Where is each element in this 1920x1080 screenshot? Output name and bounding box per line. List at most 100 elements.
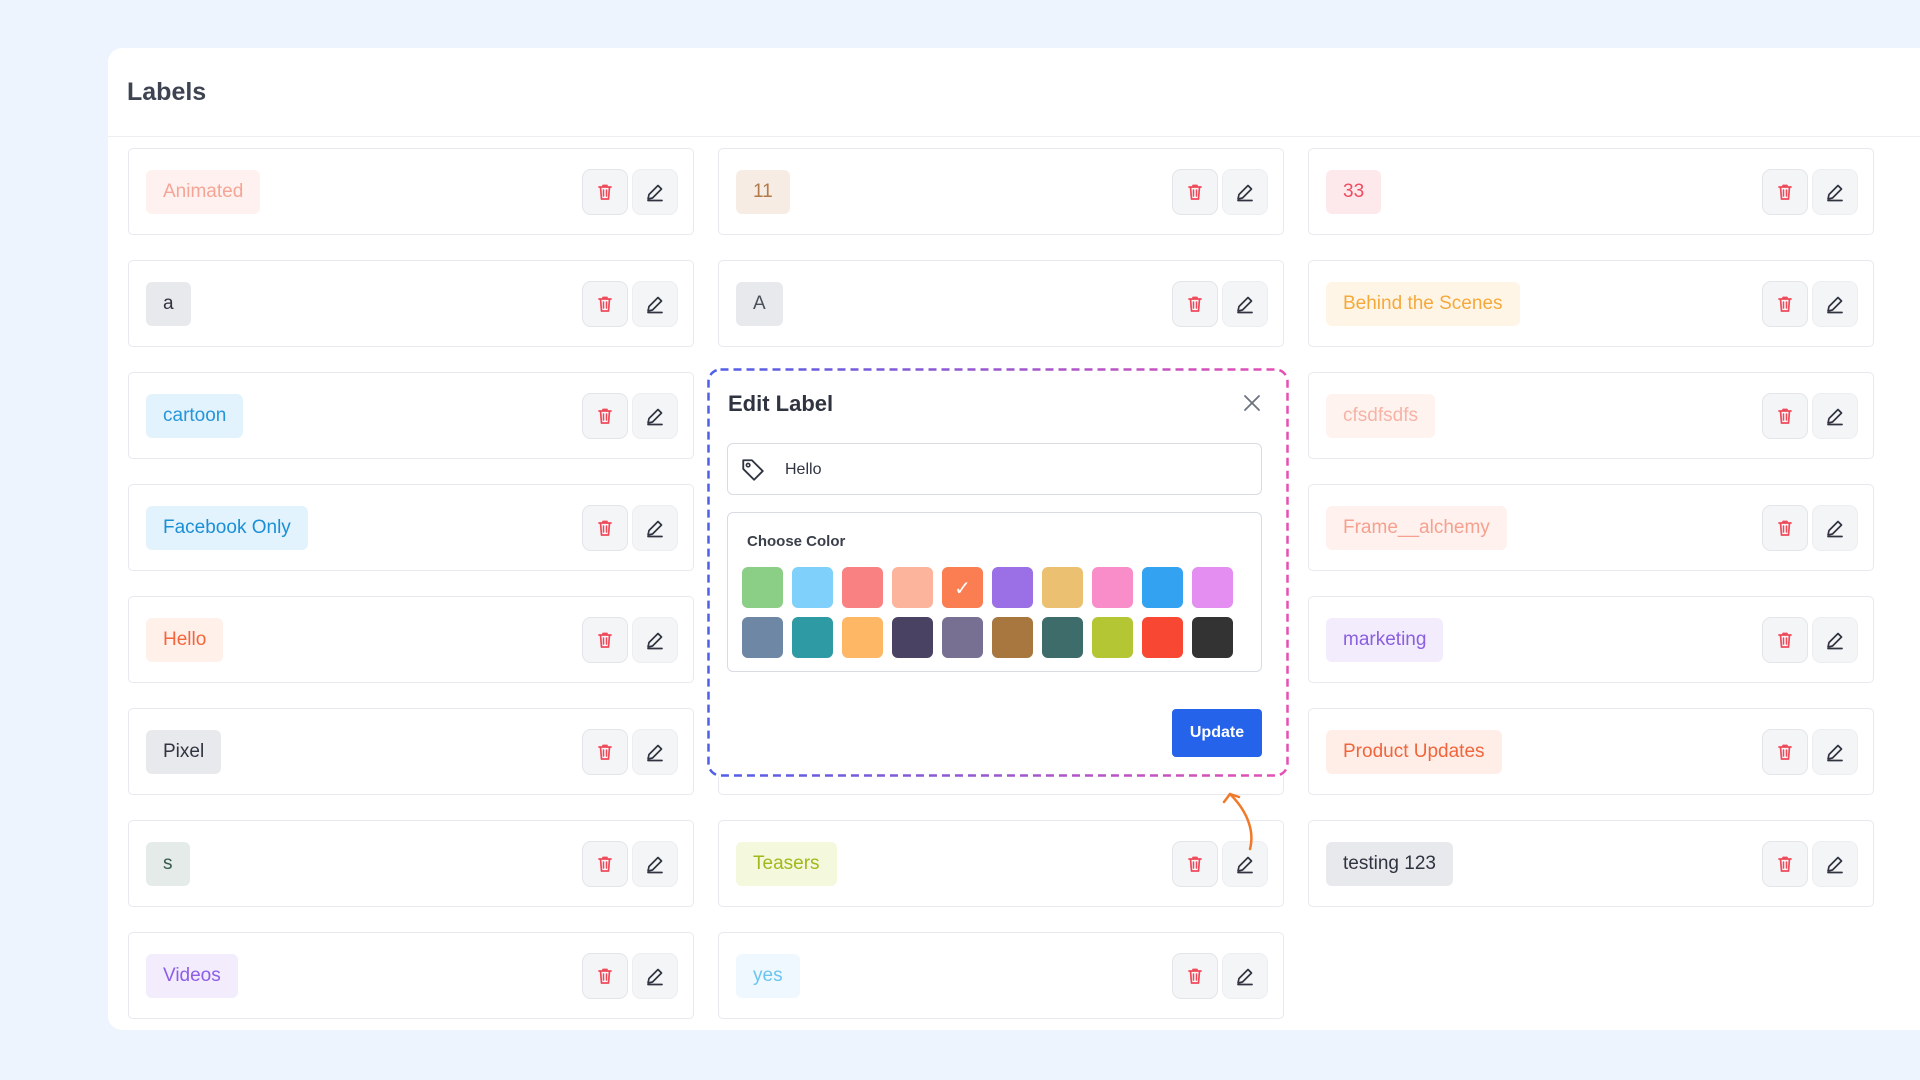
delete-label-button[interactable]	[1762, 280, 1808, 327]
label-card: s	[128, 820, 694, 907]
label-card: Teasers	[718, 820, 1284, 907]
pencil-icon	[1827, 520, 1843, 537]
color-swatch[interactable]	[992, 617, 1033, 658]
color-swatch[interactable]	[1142, 617, 1183, 658]
trash-icon	[598, 184, 612, 200]
edit-label-button[interactable]	[632, 504, 678, 551]
trash-icon	[1778, 408, 1792, 424]
color-swatch[interactable]	[792, 567, 833, 608]
pencil-icon	[647, 744, 663, 761]
swatch-row	[742, 617, 1242, 658]
edit-label-button[interactable]	[632, 616, 678, 663]
color-swatch[interactable]	[992, 567, 1033, 608]
delete-label-button[interactable]	[582, 280, 628, 327]
edit-label-button[interactable]	[1812, 392, 1858, 439]
close-icon[interactable]	[1239, 390, 1265, 416]
color-swatch[interactable]	[1092, 567, 1133, 608]
delete-label-button[interactable]	[1762, 392, 1808, 439]
edit-label-button[interactable]	[1222, 280, 1268, 327]
panel-header: Labels	[108, 48, 1920, 137]
edit-label-button[interactable]	[1812, 168, 1858, 215]
label-chip: Animated	[146, 169, 261, 214]
edit-label-button[interactable]	[1812, 616, 1858, 663]
edit-label-button[interactable]	[632, 168, 678, 215]
edit-label-button[interactable]	[1812, 728, 1858, 775]
pencil-icon	[647, 520, 663, 537]
edit-label-button[interactable]	[1812, 280, 1858, 327]
label-chip: Teasers	[736, 841, 837, 886]
pencil-icon	[647, 296, 663, 313]
color-swatch[interactable]	[1192, 567, 1233, 608]
delete-label-button[interactable]	[1762, 840, 1808, 887]
trash-icon	[1778, 184, 1792, 200]
edit-label-button[interactable]	[632, 280, 678, 327]
label-card: Animated	[128, 148, 694, 235]
color-swatch[interactable]	[1192, 617, 1233, 658]
color-swatch[interactable]	[942, 617, 983, 658]
pencil-icon	[647, 856, 663, 873]
trash-icon	[598, 968, 612, 984]
delete-label-button[interactable]	[1762, 616, 1808, 663]
trash-icon	[598, 520, 612, 536]
delete-label-button[interactable]	[1172, 168, 1218, 215]
label-chip: Behind the Scenes	[1326, 281, 1520, 326]
delete-label-button[interactable]	[582, 728, 628, 775]
delete-label-button[interactable]	[1762, 168, 1808, 215]
color-swatch[interactable]: ✓	[942, 567, 983, 608]
label-chip: A	[736, 281, 783, 326]
delete-label-button[interactable]	[1172, 952, 1218, 999]
trash-icon	[1188, 184, 1202, 200]
delete-label-button[interactable]	[582, 168, 628, 215]
delete-label-button[interactable]	[582, 616, 628, 663]
pencil-icon	[1237, 296, 1253, 313]
color-swatch[interactable]	[1092, 617, 1133, 658]
label-chip: Product Updates	[1326, 729, 1502, 774]
trash-icon	[598, 408, 612, 424]
label-chip: Facebook Only	[146, 505, 308, 550]
swatch-row: ✓	[742, 567, 1242, 608]
delete-label-button[interactable]	[1172, 280, 1218, 327]
update-button[interactable]: Update	[1172, 709, 1262, 757]
color-swatch[interactable]	[842, 567, 883, 608]
delete-label-button[interactable]	[1172, 840, 1218, 887]
edit-label-button[interactable]	[1222, 168, 1268, 215]
color-swatch[interactable]	[792, 617, 833, 658]
label-card: testing 123	[1308, 820, 1874, 907]
edit-label-button[interactable]	[1222, 952, 1268, 999]
delete-label-button[interactable]	[582, 840, 628, 887]
pencil-icon	[647, 184, 663, 201]
edit-label-button[interactable]	[1812, 504, 1858, 551]
pencil-icon	[1827, 184, 1843, 201]
edit-label-button[interactable]	[1812, 840, 1858, 887]
label-card: a	[128, 260, 694, 347]
trash-icon	[1778, 856, 1792, 872]
pencil-icon	[1237, 968, 1253, 985]
label-name-input[interactable]	[783, 444, 1247, 496]
color-swatch[interactable]	[742, 567, 783, 608]
edit-label-button[interactable]	[632, 392, 678, 439]
edit-label-button[interactable]	[632, 728, 678, 775]
pencil-icon	[1827, 296, 1843, 313]
edit-label-button[interactable]	[632, 840, 678, 887]
color-swatch[interactable]	[1042, 617, 1083, 658]
modal-title: Edit Label	[728, 391, 834, 416]
delete-label-button[interactable]	[1762, 728, 1808, 775]
delete-label-button[interactable]	[582, 504, 628, 551]
color-swatch[interactable]	[842, 617, 883, 658]
checkmark-icon: ✓	[954, 575, 971, 600]
color-swatch[interactable]	[892, 617, 933, 658]
pencil-icon	[1827, 408, 1843, 425]
color-swatch[interactable]	[1042, 567, 1083, 608]
trash-icon	[598, 744, 612, 760]
color-swatch[interactable]	[742, 617, 783, 658]
label-chip: a	[146, 281, 191, 326]
color-swatch[interactable]	[892, 567, 933, 608]
color-swatch[interactable]	[1142, 567, 1183, 608]
label-chip: 33	[1326, 169, 1382, 214]
label-card: Facebook Only	[128, 484, 694, 571]
delete-label-button[interactable]	[1762, 504, 1808, 551]
edit-label-modal: Edit Label Choose Color ✓ Update	[707, 368, 1289, 777]
delete-label-button[interactable]	[582, 392, 628, 439]
edit-label-button[interactable]	[632, 952, 678, 999]
delete-label-button[interactable]	[582, 952, 628, 999]
